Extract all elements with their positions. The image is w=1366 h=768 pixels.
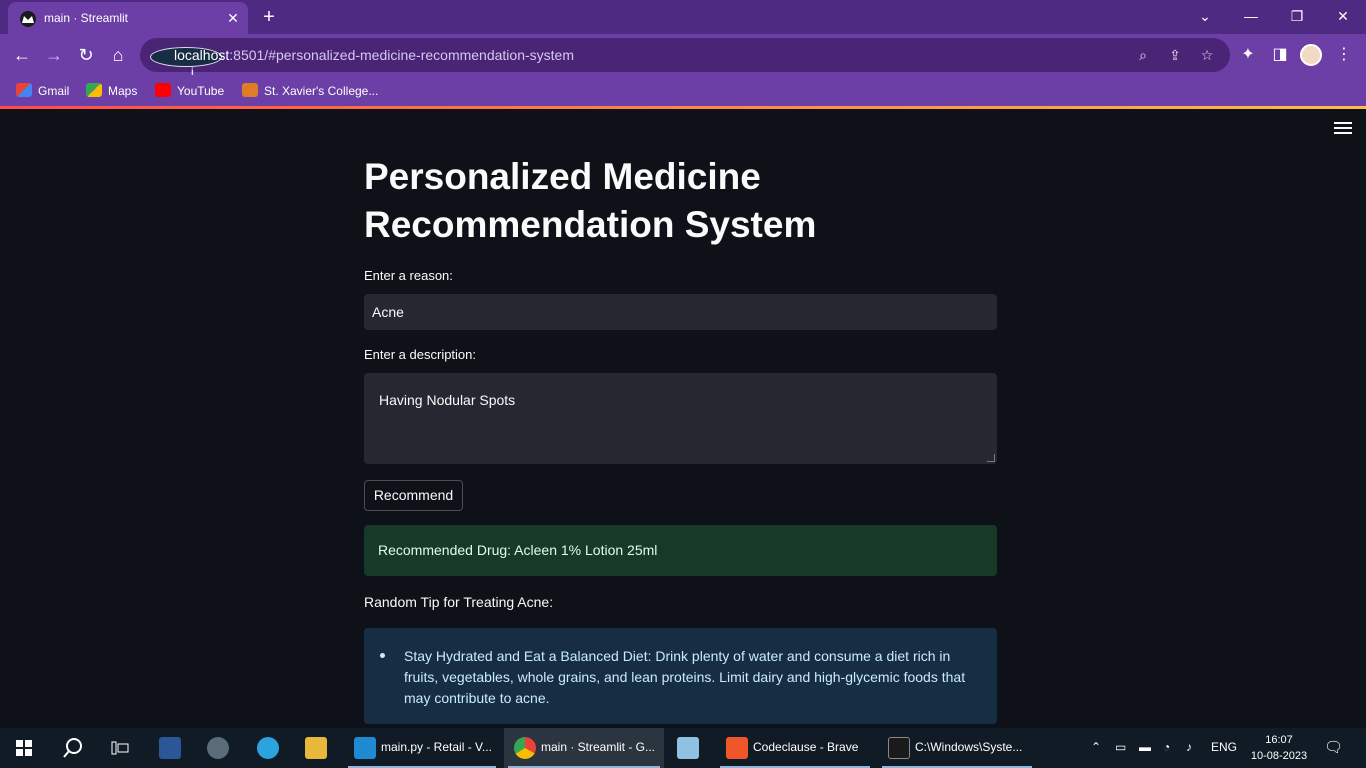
word-icon[interactable] — [150, 728, 190, 768]
bookmark-youtube[interactable]: YouTube — [155, 82, 224, 100]
browser-tab-strip: main · Streamlit ✕ + ⌄ — ❐ ✕ — [0, 0, 1366, 34]
bookmark-gmail[interactable]: Gmail — [16, 82, 69, 100]
notepad-icon[interactable] — [668, 728, 708, 768]
side-panel-icon[interactable]: ◨ — [1268, 43, 1292, 67]
taskbar-app-brave[interactable]: Codeclause - Brave — [716, 728, 874, 768]
battery-icon[interactable]: ▬ — [1139, 740, 1151, 754]
telegram-icon[interactable] — [248, 728, 288, 768]
volume-icon[interactable]: ♪ — [1186, 740, 1192, 754]
notifications-icon[interactable]: 🗨 — [1324, 738, 1343, 756]
recommendation-success-alert: Recommended Drug: Acleen 1% Lotion 25ml — [364, 525, 997, 576]
resize-handle-icon[interactable] — [987, 454, 995, 462]
college-icon — [242, 83, 258, 97]
description-label: Enter a description: — [364, 347, 477, 362]
windows-logo-icon — [16, 740, 32, 756]
chrome-icon — [514, 737, 536, 759]
task-view-icon[interactable] — [100, 728, 140, 768]
windows-taskbar: main.py - Retail - V... main · Streamlit… — [0, 728, 1366, 768]
home-icon[interactable]: ⌂ — [106, 43, 130, 67]
browser-menu-icon[interactable]: ⋮ — [1332, 43, 1356, 67]
bookmark-star-icon[interactable]: ☆ — [1198, 46, 1216, 64]
brave-icon — [726, 737, 748, 759]
hamburger-menu-icon[interactable] — [1334, 122, 1352, 136]
back-arrow-icon[interactable]: ← — [10, 43, 34, 67]
bookmark-st-xaviers[interactable]: St. Xavier's College... — [242, 82, 378, 100]
maps-icon — [86, 83, 102, 97]
terminal-icon — [888, 737, 910, 759]
browser-tab[interactable]: main · Streamlit ✕ — [8, 2, 248, 34]
clock-time: 16:07 — [1265, 734, 1293, 746]
youtube-icon — [155, 83, 171, 97]
bookmarks-bar: Gmail Maps YouTube St. Xavier's College.… — [0, 76, 1366, 106]
reason-input[interactable]: Acne — [364, 294, 997, 330]
clock-date: 10-08-2023 — [1250, 750, 1308, 762]
close-window-button[interactable]: ✕ — [1320, 0, 1366, 34]
browser-toolbar: ← → ↻ ⌂ i localhost:8501/#personalized-m… — [0, 34, 1366, 78]
tab-title: main · Streamlit — [44, 11, 129, 25]
restore-button[interactable]: ❐ — [1274, 0, 1320, 34]
forward-arrow-icon[interactable]: → — [42, 43, 66, 67]
taskbar-app-vscode[interactable]: main.py - Retail - V... — [344, 728, 500, 768]
file-explorer-icon[interactable] — [296, 728, 336, 768]
meet-now-icon[interactable]: ▭ — [1115, 740, 1126, 754]
recommend-button[interactable]: Recommend — [364, 480, 463, 511]
page-title: Personalized Medicine Recommendation Sys… — [364, 156, 817, 245]
start-button[interactable] — [0, 728, 48, 768]
settings-gear-icon[interactable] — [198, 728, 238, 768]
wifi-icon[interactable]: ◔ — [1163, 740, 1170, 754]
streamlit-favicon-icon — [20, 11, 36, 27]
tip-label: Random Tip for Treating Acne: — [364, 594, 554, 610]
taskbar-app-chrome[interactable]: main · Streamlit - G... — [504, 728, 664, 768]
reload-icon[interactable]: ↻ — [74, 43, 98, 67]
show-hidden-icons-chevron-icon[interactable]: ⌃ — [1091, 740, 1101, 754]
description-textarea[interactable]: Having Nodular Spots — [364, 373, 997, 464]
minimize-button[interactable]: — — [1228, 0, 1274, 34]
search-icon[interactable] — [52, 728, 92, 768]
extensions-icon[interactable]: ✦ — [1236, 43, 1260, 67]
tab-close-icon[interactable]: ✕ — [224, 9, 242, 27]
zoom-icon[interactable]: ⌕ — [1134, 46, 1152, 64]
clock[interactable]: 16:07 10-08-2023 — [1249, 732, 1309, 764]
address-bar[interactable]: i localhost:8501/#personalized-medicine-… — [140, 38, 1230, 78]
streamlit-app: Personalized Medicine Recommendation Sys… — [0, 109, 1366, 728]
taskbar-app-cmd[interactable]: C:\Windows\Syste... — [878, 728, 1036, 768]
tip-text: Stay Hydrated and Eat a Balanced Diet: D… — [404, 648, 966, 706]
share-icon[interactable]: ⇪ — [1166, 46, 1184, 64]
profile-avatar[interactable] — [1300, 44, 1322, 66]
tab-search-icon[interactable]: ⌄ — [1182, 0, 1228, 34]
url-text: localhost:8501/#personalized-medicine-re… — [174, 47, 574, 63]
tip-info-alert: Stay Hydrated and Eat a Balanced Diet: D… — [364, 628, 997, 724]
reason-label: Enter a reason: — [364, 268, 453, 283]
bookmark-maps[interactable]: Maps — [86, 82, 137, 100]
gmail-icon — [16, 83, 32, 97]
language-indicator[interactable]: ENG — [1211, 740, 1237, 754]
bullet-icon — [380, 653, 385, 658]
vscode-icon — [354, 737, 376, 759]
new-tab-button[interactable]: + — [258, 6, 280, 28]
description-text: Having Nodular Spots — [379, 392, 516, 408]
